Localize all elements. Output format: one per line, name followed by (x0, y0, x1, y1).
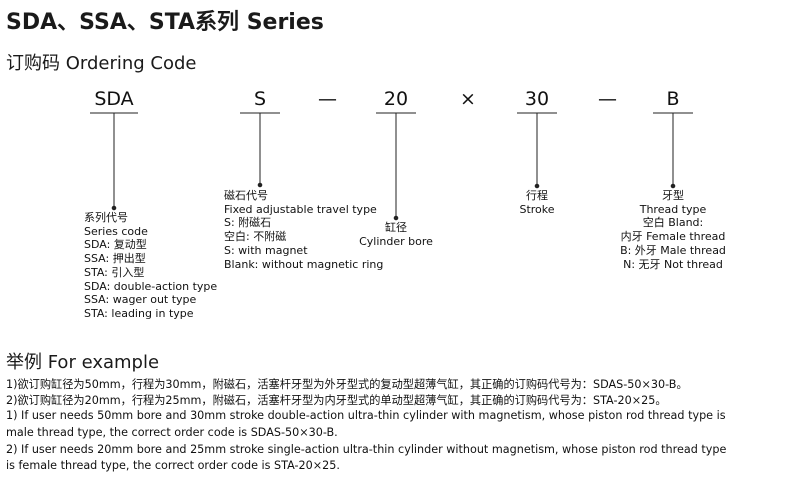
thread-desc-line: B: 外牙 Male thread (620, 243, 726, 257)
thread-description: 牙型 Thread type 空白 Bland: 内牙 Female threa… (613, 189, 733, 271)
magnet-desc-line: Blank: without magnetic ring (224, 257, 384, 271)
bore-description: 缸径 Cylinder bore (346, 221, 446, 248)
series-description: 系列代号 Series code SDA: 复动型 SSA: 押出型 STA: … (84, 211, 217, 321)
magnet-desc-line: Fixed adjustable travel type (224, 202, 377, 216)
series-desc-line: STA: 引入型 (84, 265, 145, 279)
magnet-desc-line: 磁石代号 (224, 189, 268, 202)
example-line: is female thread type, the correct order… (6, 459, 340, 472)
example-line: 2)欲订购缸径为20mm，行程为25mm，附磁石，活塞杆牙型为内牙型式的单动型超… (6, 394, 667, 407)
series-desc-line: STA: leading in type (84, 306, 194, 320)
thread-desc-line: 内牙 Female thread (620, 230, 726, 244)
series-desc-line: SSA: 押出型 (84, 252, 146, 266)
example-line: male thread type, the correct order code… (6, 426, 338, 439)
series-dot (111, 205, 117, 211)
example-heading: 举例 For example (6, 352, 160, 373)
stroke-desc-line: Stroke (519, 202, 555, 216)
stroke-desc-line: 行程 (526, 189, 548, 202)
series-desc-line: Series code (84, 224, 148, 238)
stroke-dot (534, 183, 540, 189)
bore-dot (393, 215, 399, 221)
series-desc-line: 系列代号 (84, 211, 128, 224)
thread-desc-line: N: 无牙 Not thread (623, 257, 723, 271)
bore-desc-line: Cylinder bore (359, 234, 433, 248)
thread-desc-line: 牙型 (662, 189, 684, 202)
example-line: 1) If user needs 50mm bore and 30mm stro… (6, 409, 726, 422)
example-line: 2) If user needs 20mm bore and 25mm stro… (6, 443, 727, 456)
series-desc-line: SDA: double-action type (84, 279, 218, 293)
example-line: 1)欲订购缸径为50mm，行程为30mm，附磁石，活塞杆牙型为外牙型式的复动型超… (6, 378, 688, 391)
thread-dot (670, 183, 676, 189)
magnet-dot (257, 182, 263, 188)
stroke-description: 行程 Stroke (497, 189, 577, 216)
thread-desc-line: Thread type (639, 202, 707, 216)
thread-desc-line: 空白 Bland: (642, 216, 704, 230)
bore-desc-line: 缸径 (385, 221, 407, 234)
series-desc-line: SSA: wager out type (84, 293, 197, 307)
series-desc-line: SDA: 复动型 (84, 238, 147, 252)
